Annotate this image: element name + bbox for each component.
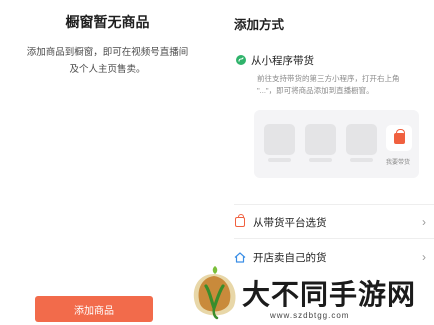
mini-program-icon <box>236 55 246 65</box>
select-from-platform-label: 从带货平台选货 <box>253 216 327 229</box>
placeholder-label <box>309 158 332 162</box>
shopping-bag-icon <box>393 128 405 144</box>
placeholder-tile <box>346 124 377 155</box>
divider <box>234 204 434 205</box>
watermark-logo-icon <box>193 266 236 320</box>
placeholder-tile <box>305 124 336 155</box>
mini-program-option-title[interactable]: 从小程序带货 <box>251 53 314 68</box>
select-from-platform-row[interactable]: 从带货平台选货 › <box>234 210 434 234</box>
divider <box>234 238 434 239</box>
add-method-title: 添加方式 <box>234 18 285 32</box>
chevron-right-icon: › <box>422 215 426 229</box>
placeholder-tile <box>264 124 295 155</box>
watermark: 大不同手游网 www.szdbtgg.com <box>180 262 434 325</box>
sell-goods-tile <box>386 125 412 151</box>
watermark-text: 大不同手游网 <box>242 279 417 310</box>
watermark-url: www.szdbtgg.com <box>270 311 350 320</box>
placeholder-label <box>268 158 291 162</box>
sell-goods-label: 我要带货 <box>385 160 410 166</box>
description-line-1: 添加商品到橱窗，即可在视频号直播间 <box>26 47 189 58</box>
mini-program-option-description: 前往支持带货的第三方小程序，打开右上角 "..."，即可将商品添加到直播橱窗。 <box>257 73 427 97</box>
shopping-bag-icon <box>234 214 246 228</box>
description-line-2: 及个人主页售卖。 <box>69 64 146 75</box>
mini-desc-line-1: 前往支持带货的第三方小程序，打开右上角 <box>257 74 400 83</box>
empty-showcase-description: 添加商品到橱窗，即可在视频号直播间 及个人主页售卖。 <box>4 44 211 78</box>
mini-desc-line-2: "..."，即可将商品添加到直播橱窗。 <box>257 86 374 95</box>
empty-showcase-title: 橱窗暂无商品 <box>65 14 150 30</box>
mini-program-preview: 我要带货 <box>254 110 419 178</box>
add-product-button[interactable]: 添加商品 <box>35 296 153 322</box>
placeholder-label <box>350 158 373 162</box>
